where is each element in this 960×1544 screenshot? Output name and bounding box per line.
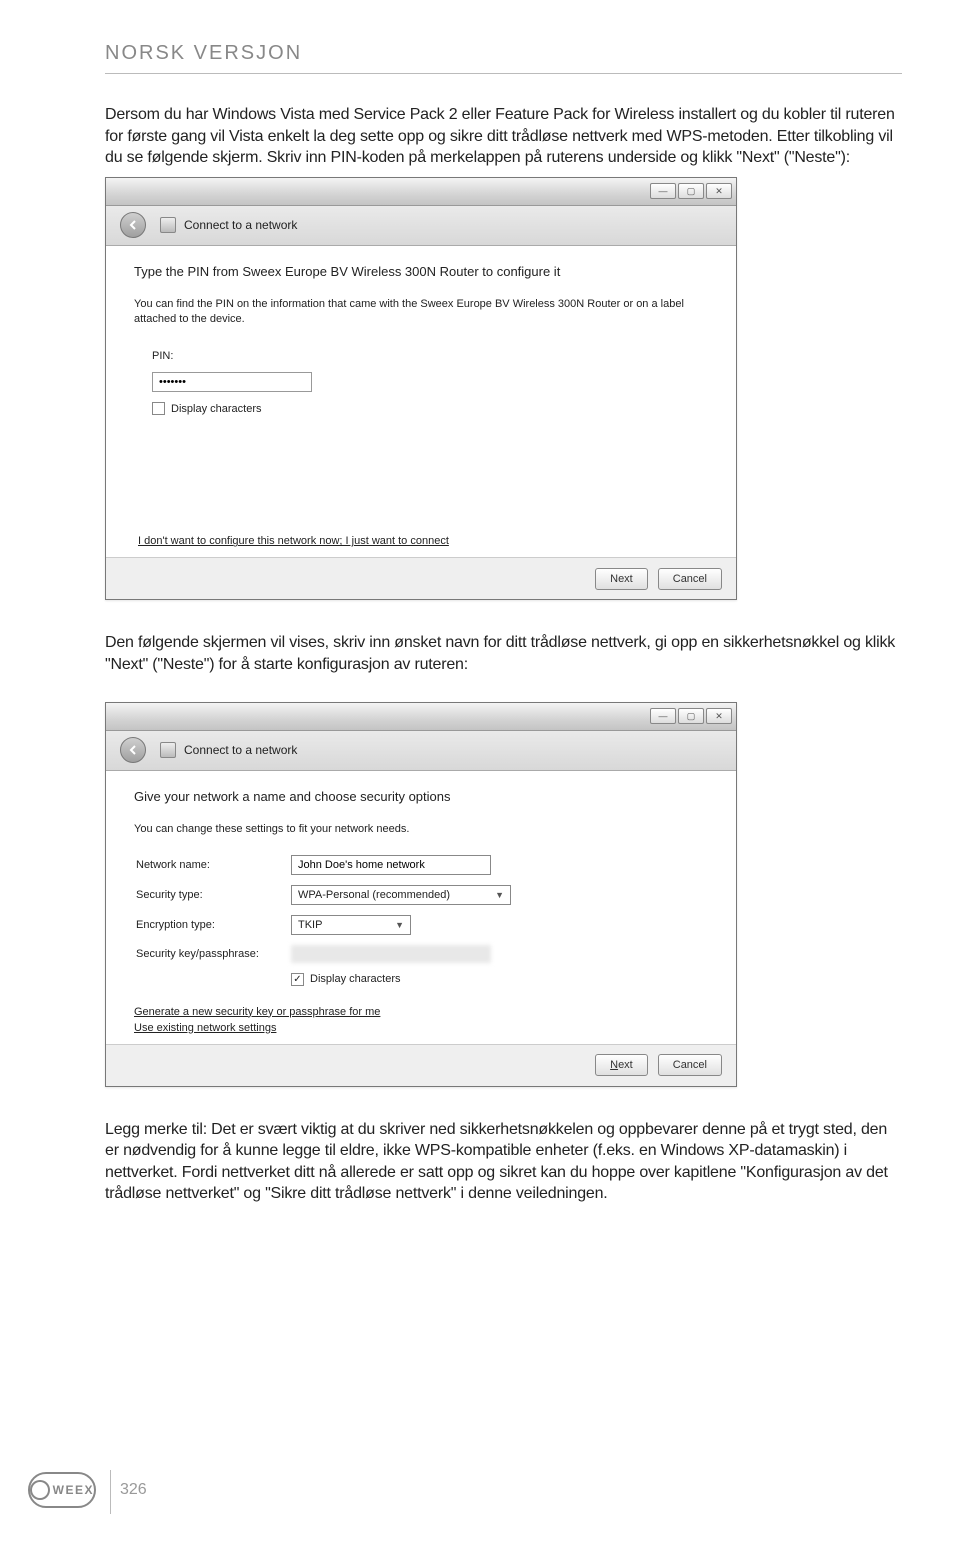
skip-config-link[interactable]: I don't want to configure this network n… bbox=[134, 535, 708, 547]
back-icon[interactable] bbox=[120, 737, 146, 763]
intro-paragraph-2: Den følgende skjermen vil vises, skriv i… bbox=[105, 632, 902, 675]
dialog-heading: Give your network a name and choose secu… bbox=[134, 789, 708, 804]
nav-bar: Connect to a network bbox=[106, 206, 736, 246]
network-icon bbox=[160, 217, 176, 233]
note-paragraph: Legg merke til: Det er svært viktig at d… bbox=[105, 1119, 902, 1205]
dialog-heading: Type the PIN from Sweex Europe BV Wirele… bbox=[134, 264, 708, 279]
network-name-label: Network name: bbox=[136, 859, 291, 871]
security-type-label: Security type: bbox=[136, 889, 291, 901]
dialog-network-name: — ▢ ✕ Connect to a network Give your net… bbox=[105, 702, 737, 1087]
chevron-down-icon: ▼ bbox=[495, 890, 504, 900]
titlebar: — ▢ ✕ bbox=[106, 178, 736, 206]
pin-label: PIN: bbox=[134, 350, 189, 362]
dialog-pin: — ▢ ✕ Connect to a network Type the PIN … bbox=[105, 177, 737, 601]
brand-logo: WEEX bbox=[28, 1472, 96, 1508]
maximize-button[interactable]: ▢ bbox=[678, 708, 704, 724]
titlebar: — ▢ ✕ bbox=[106, 703, 736, 731]
nav-title: Connect to a network bbox=[184, 743, 297, 757]
cancel-button[interactable]: Cancel bbox=[658, 1054, 722, 1076]
close-button[interactable]: ✕ bbox=[706, 708, 732, 724]
footer-divider bbox=[110, 1470, 111, 1514]
page-header: NORSK VERSJON bbox=[105, 42, 902, 65]
nav-bar: Connect to a network bbox=[106, 731, 736, 771]
display-characters-label: Display characters bbox=[171, 403, 261, 415]
display-characters-checkbox[interactable] bbox=[291, 973, 304, 986]
encryption-type-label: Encryption type: bbox=[136, 919, 291, 931]
security-type-select[interactable]: WPA-Personal (recommended) ▼ bbox=[291, 885, 511, 905]
generate-key-link[interactable]: Generate a new security key or passphras… bbox=[134, 1006, 708, 1018]
encryption-type-select[interactable]: TKIP ▼ bbox=[291, 915, 411, 935]
network-name-input[interactable] bbox=[291, 855, 491, 875]
cancel-button[interactable]: Cancel bbox=[658, 568, 722, 590]
use-existing-link[interactable]: Use existing network settings bbox=[134, 1022, 708, 1034]
brand-text: WEEX bbox=[53, 1483, 94, 1497]
encryption-type-value: TKIP bbox=[298, 919, 322, 931]
dialog-info: You can change these settings to fit you… bbox=[134, 822, 708, 837]
display-characters-label: Display characters bbox=[310, 973, 400, 985]
minimize-button[interactable]: — bbox=[650, 183, 676, 199]
header-rule bbox=[105, 73, 902, 74]
chevron-down-icon: ▼ bbox=[395, 920, 404, 930]
minimize-button[interactable]: — bbox=[650, 708, 676, 724]
nav-title: Connect to a network bbox=[184, 218, 297, 232]
maximize-button[interactable]: ▢ bbox=[678, 183, 704, 199]
display-characters-checkbox[interactable] bbox=[152, 402, 165, 415]
security-key-field[interactable] bbox=[291, 945, 491, 963]
page-number: 326 bbox=[120, 1481, 147, 1499]
close-button[interactable]: ✕ bbox=[706, 183, 732, 199]
logo-s-icon bbox=[30, 1480, 50, 1500]
dialog-info: You can find the PIN on the information … bbox=[134, 297, 708, 327]
next-button[interactable]: Next bbox=[595, 568, 648, 590]
security-type-value: WPA-Personal (recommended) bbox=[298, 889, 450, 901]
network-icon bbox=[160, 742, 176, 758]
back-icon[interactable] bbox=[120, 212, 146, 238]
next-button[interactable]: NNextext bbox=[595, 1054, 648, 1076]
intro-paragraph-1: Dersom du har Windows Vista med Service … bbox=[105, 104, 902, 169]
pin-input[interactable] bbox=[152, 372, 312, 392]
security-key-label: Security key/passphrase: bbox=[136, 948, 291, 960]
